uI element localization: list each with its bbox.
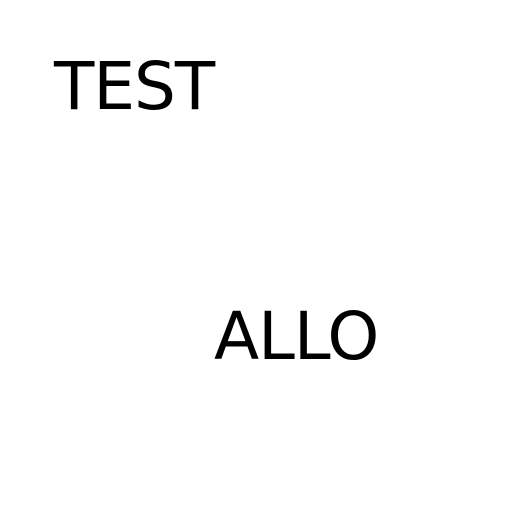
canvas: TEST ALLO xyxy=(0,0,512,512)
allo-text: ALLO xyxy=(214,298,379,375)
test-text: TEST xyxy=(54,48,215,125)
